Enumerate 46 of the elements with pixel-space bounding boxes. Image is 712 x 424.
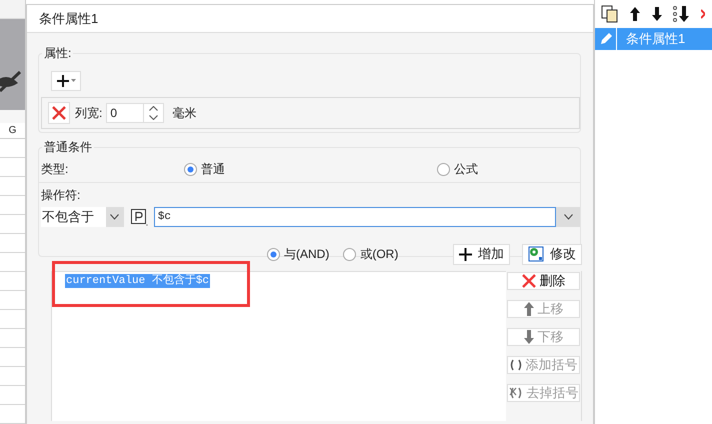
add-dropdown-button[interactable]	[51, 71, 81, 91]
plus-icon	[459, 248, 472, 260]
crossed-brackets-icon	[508, 387, 522, 399]
move-to-bottom-icon[interactable]	[673, 5, 691, 23]
dropdown-button[interactable]	[556, 207, 580, 227]
close-icon	[52, 106, 66, 120]
chevron-up-icon	[149, 106, 158, 111]
plus-icon	[56, 74, 70, 88]
field-label: 列宽:	[75, 105, 102, 122]
delete-button[interactable]: 删除	[507, 272, 580, 290]
type-label: 类型:	[41, 161, 70, 178]
edit-button[interactable]: 修改	[522, 244, 582, 264]
operator-label: 操作符:	[41, 188, 80, 202]
column-header[interactable]: G	[0, 122, 25, 139]
copy-icon[interactable]	[601, 5, 619, 23]
radio-option[interactable]: 或(OR)	[343, 245, 398, 263]
arrow-up-icon[interactable]	[629, 6, 641, 22]
radio-option[interactable]: 与(AND)	[267, 245, 330, 263]
operand-field[interactable]: $c	[154, 207, 556, 227]
caret-icon	[71, 79, 76, 83]
number-spinner[interactable]: 0	[106, 103, 164, 123]
close-icon[interactable]	[701, 7, 705, 21]
radio-icon	[184, 162, 197, 176]
arrow-down-icon	[524, 330, 534, 344]
add-button[interactable]: 增加	[453, 244, 510, 264]
dialog-title: 条件属性1	[39, 10, 98, 28]
close-icon	[522, 274, 536, 288]
eye-slash-icon	[0, 69, 22, 94]
chevron-down-icon	[149, 115, 158, 120]
operator-dropdown[interactable]: 不包含于	[41, 207, 124, 227]
radio-option[interactable]: 公式	[437, 160, 478, 178]
chevron-down-icon	[110, 214, 120, 220]
brackets-icon	[510, 359, 522, 371]
radio-option[interactable]: 普通	[184, 160, 437, 178]
unit-label: 毫米	[172, 105, 196, 122]
group-legend: 普通条件	[42, 139, 94, 155]
radio-icon	[437, 162, 450, 176]
pencil-icon	[598, 32, 612, 46]
arrow-up-icon	[524, 302, 534, 316]
radio-icon	[343, 248, 356, 260]
parameter-icon[interactable]	[130, 208, 148, 226]
group-legend: 属性:	[42, 45, 74, 61]
radio-icon	[267, 248, 280, 260]
chevron-down-icon	[564, 214, 573, 220]
arrow-down-icon[interactable]	[651, 6, 663, 22]
remove-button[interactable]	[48, 102, 70, 124]
